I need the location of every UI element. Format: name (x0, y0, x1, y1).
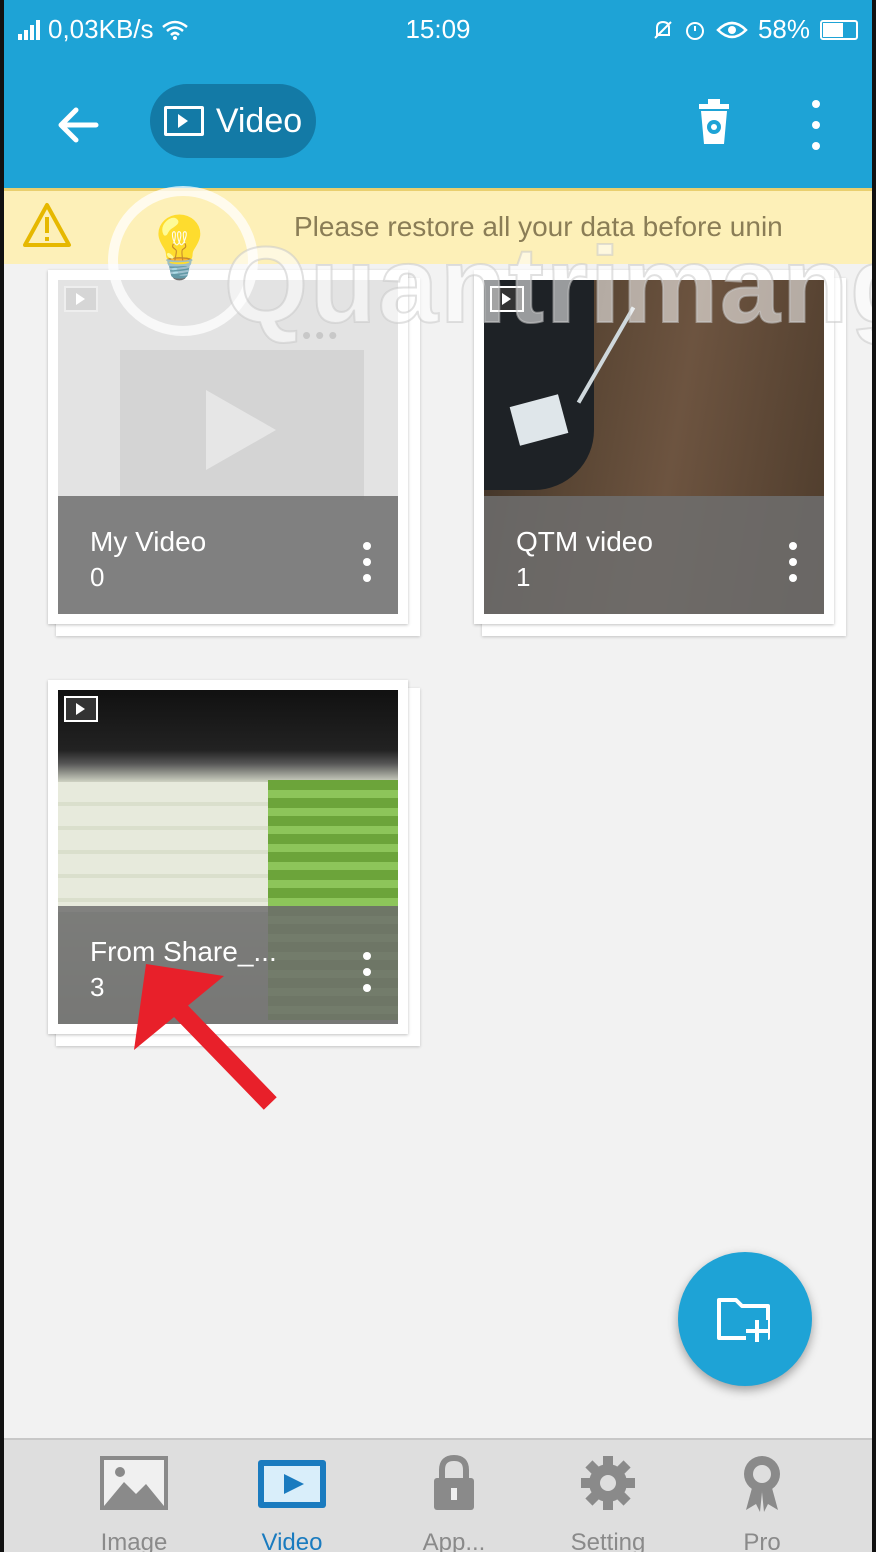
nav-item-app-lock[interactable]: App... (384, 1454, 524, 1552)
category-chip[interactable]: Video (150, 84, 316, 158)
nav-label: Setting (570, 1529, 646, 1552)
new-folder-button[interactable] (678, 1252, 812, 1386)
nav-item-setting[interactable]: Setting (538, 1454, 678, 1552)
app-bar: Video (4, 62, 872, 188)
annotation-arrow-icon (134, 964, 277, 1110)
status-right: 58% (652, 14, 858, 45)
gear-icon (581, 1456, 635, 1510)
battery-percent: 58% (757, 14, 810, 44)
folder-menu-icon[interactable] (362, 542, 372, 582)
video-icon (258, 1460, 326, 1508)
folder-count: 0 (90, 562, 105, 592)
nav-item-pro[interactable]: Pro (692, 1454, 832, 1552)
image-icon (100, 1456, 168, 1510)
back-arrow-icon[interactable] (56, 102, 102, 148)
video-type-icon (64, 696, 98, 722)
nav-label: Image (100, 1529, 168, 1552)
video-type-icon (64, 286, 98, 312)
status-bar: 0,03KB/s 15:09 58% (4, 0, 872, 62)
folder-info: QTM video 1 (484, 496, 824, 614)
page-title: Video (215, 101, 303, 140)
folder-count: 3 (90, 972, 105, 1002)
nav-item-video[interactable]: Video (222, 1454, 362, 1552)
warning-icon (23, 203, 71, 247)
folder-menu-icon[interactable] (788, 542, 798, 582)
add-folder-icon (717, 1298, 770, 1342)
nav-label: Video (261, 1529, 323, 1552)
lock-icon (434, 1454, 474, 1510)
award-icon (744, 1456, 780, 1512)
bottom-navigation: Image Video App... Setting Pro (4, 1438, 872, 1552)
app-screen: 0,03KB/s 15:09 58% Video Please restore … (0, 0, 876, 1552)
folder-count: 1 (516, 562, 531, 592)
watermark-text: Quantrimang (223, 223, 876, 346)
lightbulb-icon: 💡 (142, 214, 217, 281)
nav-label: Pro (743, 1529, 781, 1552)
overflow-menu-icon[interactable] (806, 100, 826, 150)
alarm-icon (685, 21, 704, 40)
folder-name: QTM video (516, 526, 653, 557)
folder-menu-icon[interactable] (362, 952, 372, 992)
nav-label: App... (422, 1529, 486, 1552)
eye-icon (716, 21, 748, 38)
nav-item-image[interactable]: Image (64, 1454, 204, 1552)
battery-icon (820, 19, 858, 40)
recycle-bin-icon[interactable] (696, 98, 732, 146)
folder-name: My Video (90, 526, 207, 557)
video-icon (163, 106, 204, 136)
bell-off-icon (654, 20, 672, 39)
folder-info: My Video 0 (58, 496, 398, 614)
